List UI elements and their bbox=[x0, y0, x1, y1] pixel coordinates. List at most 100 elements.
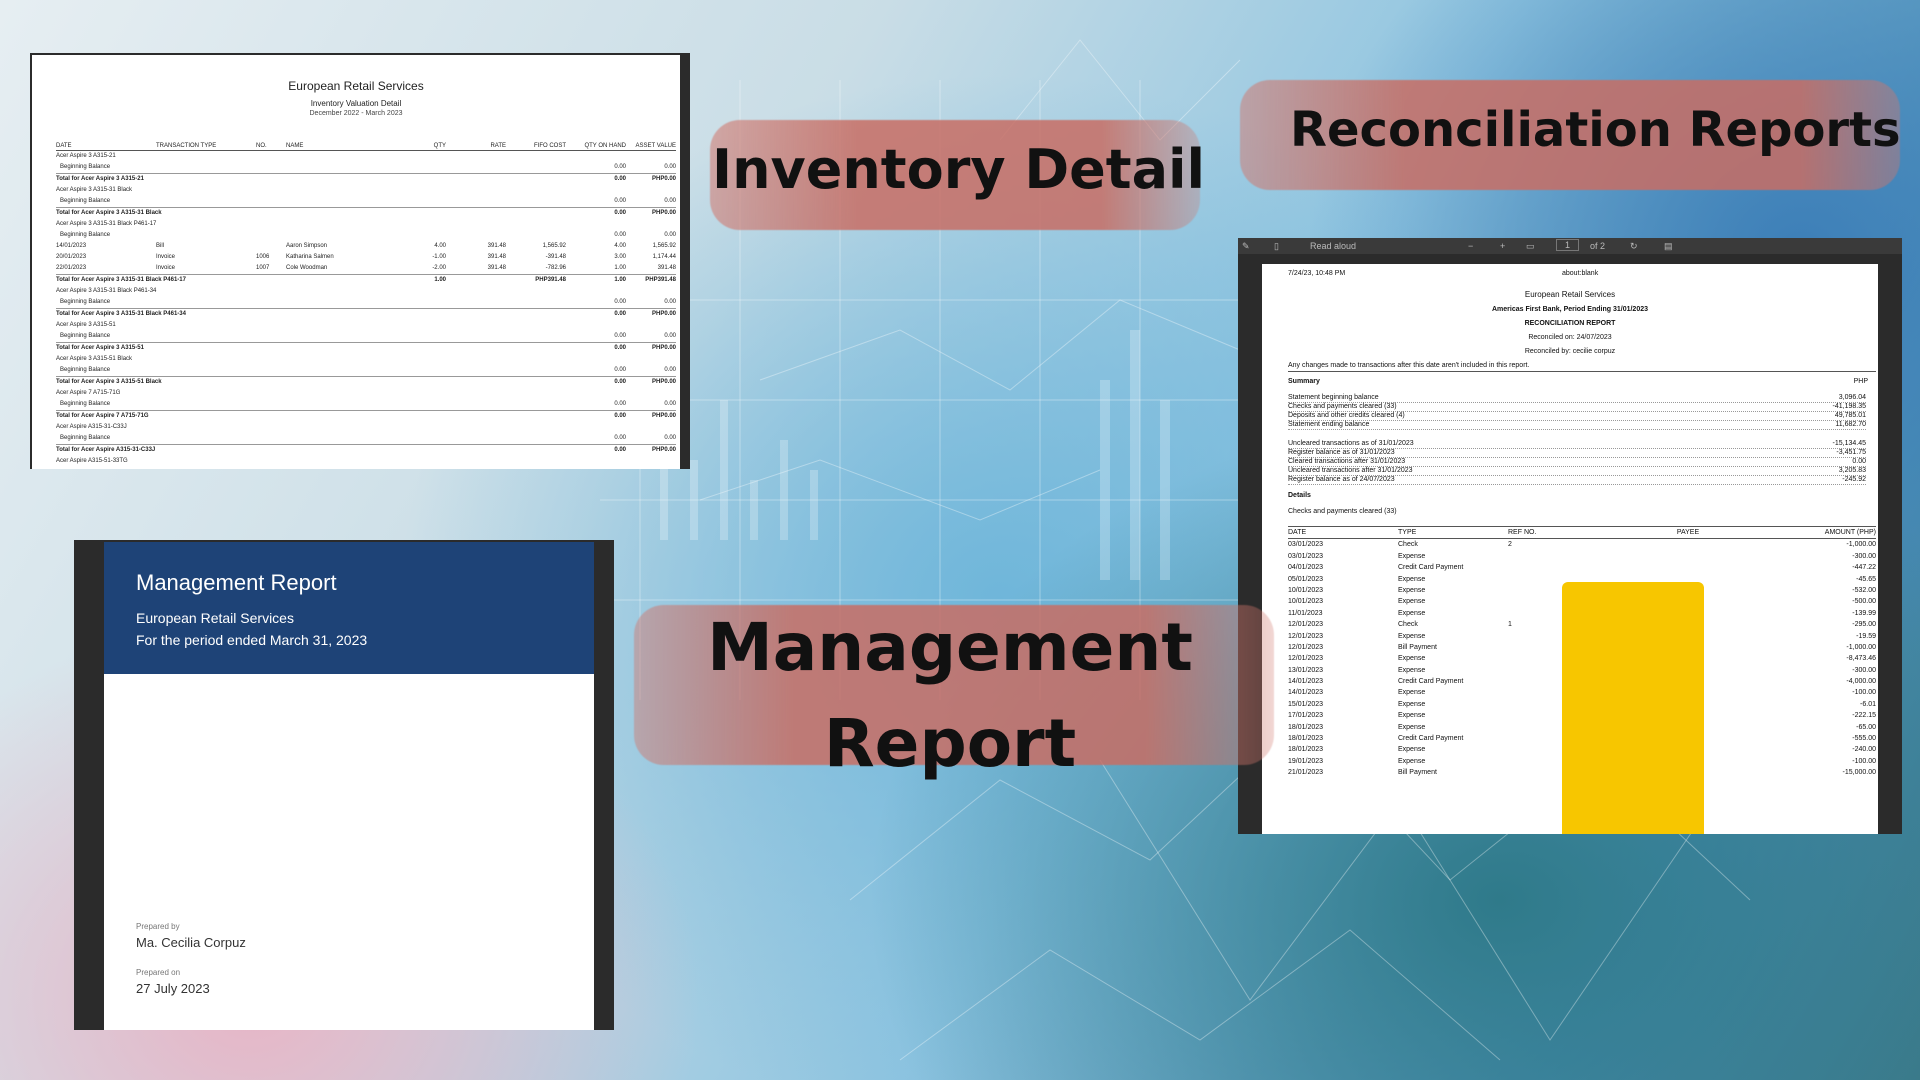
inventory-row: Total for Acer Aspire 3 A315-51 Black 0.0… bbox=[56, 376, 676, 388]
recon-bank: Americas First Bank, Period Ending 31/01… bbox=[1491, 306, 1648, 313]
prepared-by-label: Prepared by bbox=[136, 922, 180, 931]
recon-cell: -100.00 bbox=[1852, 689, 1876, 697]
inventory-cell bbox=[446, 196, 506, 207]
summary-list: Statement beginning balance 3,096.04 Check… bbox=[1288, 394, 1866, 430]
inventory-cell: 1,174.44 bbox=[652, 254, 676, 260]
inventory-period: December 2022 - March 2023 bbox=[309, 110, 403, 117]
inventory-cell: 391.48 bbox=[487, 254, 506, 260]
recon-cell: -295.00 bbox=[1852, 621, 1876, 629]
recon-cell: Expense bbox=[1398, 609, 1426, 617]
inventory-cell: 0.00 bbox=[614, 311, 626, 317]
inventory-cell bbox=[256, 354, 286, 365]
recon-cell: -19.59 bbox=[1856, 632, 1876, 640]
inventory-cell bbox=[506, 467, 566, 469]
inventory-cell bbox=[256, 219, 286, 230]
recon-reconciled-by: Reconciled by: cecilie corpuz bbox=[1524, 348, 1616, 355]
inventory-cell bbox=[256, 275, 286, 286]
inventory-cell bbox=[156, 411, 256, 422]
recon-cell: -139.99 bbox=[1852, 609, 1876, 617]
inventory-cell bbox=[506, 219, 566, 230]
inventory-cell bbox=[286, 185, 386, 196]
recon-cell: Expense bbox=[1398, 575, 1426, 583]
recon-title: RECONCILIATION REPORT bbox=[1524, 320, 1616, 327]
inventory-cell: PHP0.00 bbox=[651, 379, 676, 385]
inventory-cell bbox=[446, 422, 506, 433]
page-number-input[interactable]: 1 bbox=[1556, 239, 1580, 251]
inventory-cell bbox=[256, 286, 286, 297]
summary-value: -15,134.45 bbox=[1832, 440, 1866, 447]
inventory-cell bbox=[286, 230, 386, 241]
recon-cell: -300.00 bbox=[1852, 666, 1876, 674]
inventory-cell: 0.00 bbox=[664, 435, 676, 441]
reader-icon[interactable]: ▯ bbox=[1274, 241, 1279, 252]
inventory-detail-label: Inventory Detail bbox=[712, 138, 1206, 201]
inventory-cell bbox=[386, 230, 446, 241]
inventory-cell bbox=[446, 162, 506, 173]
prepared-on-label: Prepared on bbox=[136, 968, 181, 977]
inventory-row: Total for Acer Aspire 3 A315-31 Black P4… bbox=[56, 274, 676, 286]
inventory-cell: Aaron Simpson bbox=[286, 243, 328, 249]
inventory-cell bbox=[286, 365, 386, 376]
inventory-cell bbox=[286, 162, 386, 173]
recon-cell: 11/01/2023 bbox=[1288, 609, 1323, 617]
inventory-cell bbox=[156, 230, 256, 241]
inventory-cell: Acer Aspire 3 A315-31 Black P461-34 bbox=[56, 288, 157, 294]
fit-page-icon[interactable]: ▭ bbox=[1526, 241, 1535, 252]
recon-cell: Expense bbox=[1398, 689, 1426, 697]
recon-cell: 10/01/2023 bbox=[1288, 586, 1324, 594]
inventory-cell: 1.00 bbox=[614, 265, 626, 271]
inventory-cell bbox=[506, 445, 566, 456]
inventory-cell bbox=[386, 297, 446, 308]
inventory-cell bbox=[156, 388, 256, 399]
inventory-cell bbox=[256, 185, 286, 196]
page-view-icon[interactable]: ▤ bbox=[1664, 241, 1673, 252]
recon-reconciled-on: Reconciled on: 24/07/2023 bbox=[1528, 334, 1612, 341]
inventory-cell: Katharina Salmen bbox=[286, 254, 334, 260]
inventory-cell: Acer Aspire A315-51-33TG bbox=[56, 458, 128, 464]
inventory-cell bbox=[506, 422, 566, 433]
summary-value: -3,451.75 bbox=[1836, 449, 1866, 456]
inventory-cell: 0.00 bbox=[614, 367, 626, 373]
inventory-cell bbox=[286, 174, 386, 185]
inventory-cell: Invoice bbox=[156, 254, 176, 260]
inventory-cell: 0.00 bbox=[664, 232, 676, 238]
inventory-row: Acer Aspire 7 A715-71G bbox=[56, 388, 676, 399]
inventory-cell bbox=[566, 422, 626, 433]
inventory-cell bbox=[446, 411, 506, 422]
recon-cell bbox=[1618, 539, 1758, 550]
inventory-row: Beginning Balance 0.00 0.00 bbox=[56, 331, 676, 342]
inventory-cell bbox=[256, 331, 286, 342]
recon-cell: Credit Card Payment bbox=[1398, 678, 1464, 686]
inventory-company: European Retail Services bbox=[288, 79, 424, 93]
inventory-cell bbox=[446, 151, 506, 162]
inventory-cell bbox=[256, 174, 286, 185]
read-aloud-button[interactable]: Read aloud bbox=[1310, 241, 1356, 251]
summary-currency: PHP bbox=[1853, 378, 1868, 385]
inventory-row: 20/01/2023 Invoice 1006 Katharina Salmen -1.… bbox=[56, 252, 676, 263]
inventory-cell bbox=[256, 320, 286, 331]
inventory-cell: 1,565.92 bbox=[652, 243, 676, 249]
draw-icon[interactable]: ✎ bbox=[1242, 241, 1250, 252]
inventory-cell bbox=[286, 445, 386, 456]
inventory-cell bbox=[156, 365, 256, 376]
rotate-icon[interactable]: ↻ bbox=[1630, 241, 1638, 252]
recon-cell: 12/01/2023 bbox=[1288, 632, 1324, 640]
inventory-table-header: DATE TRANSACTION TYPE NO. NAME QTY RATE FIFO C… bbox=[56, 143, 676, 151]
zoom-out-icon[interactable]: − bbox=[1468, 241, 1473, 251]
inventory-cell bbox=[386, 320, 446, 331]
inventory-cell bbox=[506, 208, 566, 219]
inventory-cell bbox=[286, 433, 386, 444]
inventory-cell bbox=[386, 219, 446, 230]
recon-cell: -15,000.00 bbox=[1842, 769, 1876, 777]
inventory-cell bbox=[156, 174, 256, 185]
inventory-row: Acer Aspire 3 A315-21 bbox=[56, 151, 676, 162]
inventory-cell bbox=[446, 297, 506, 308]
inventory-cell: Invoice bbox=[156, 265, 176, 271]
inventory-cell bbox=[286, 467, 386, 469]
zoom-in-icon[interactable]: + bbox=[1500, 241, 1505, 251]
inventory-cell bbox=[286, 275, 386, 286]
inventory-cell bbox=[506, 151, 566, 162]
inventory-cell bbox=[566, 219, 626, 230]
inventory-cell: Total for Acer Aspire A315-31-C33J bbox=[56, 447, 156, 453]
inventory-cell bbox=[386, 354, 446, 365]
